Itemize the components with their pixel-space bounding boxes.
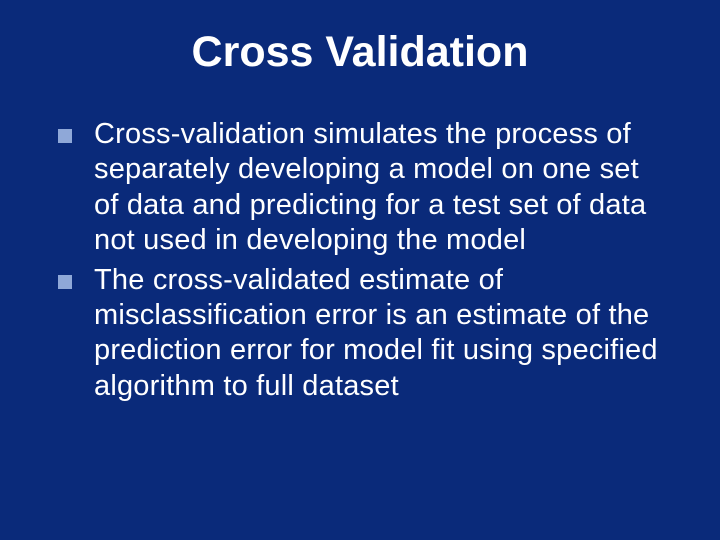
list-item: The cross-validated estimate of misclass… [58,263,670,405]
square-bullet-icon [58,275,72,289]
bullet-text: The cross-validated estimate of misclass… [94,263,670,405]
square-bullet-icon [58,129,72,143]
slide-container: Cross Validation Cross-validation simula… [0,0,720,540]
slide-title: Cross Validation [40,28,680,77]
bullet-text: Cross-validation simulates the process o… [94,117,670,259]
bullet-list: Cross-validation simulates the process o… [40,117,680,404]
list-item: Cross-validation simulates the process o… [58,117,670,259]
